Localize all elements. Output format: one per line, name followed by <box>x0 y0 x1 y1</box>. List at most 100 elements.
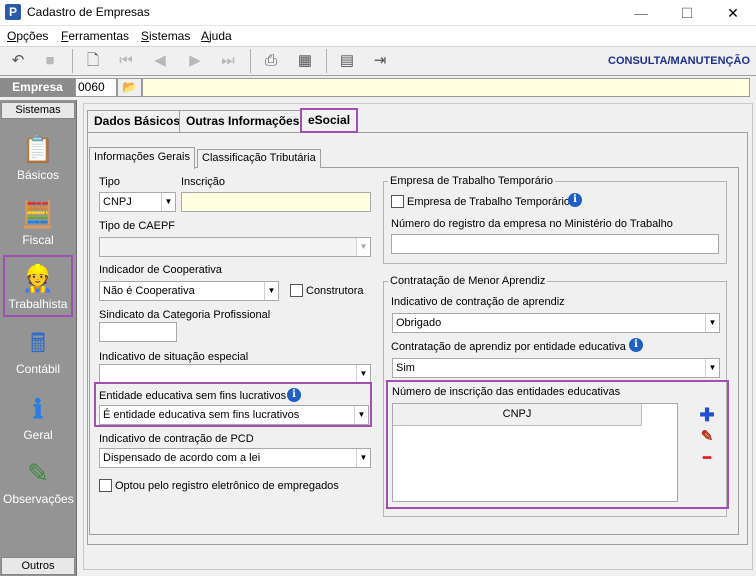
registro-eletronico-label: Optou pelo registro eletrônico de empreg… <box>115 480 339 492</box>
chevron-down-icon: ▼ <box>161 193 175 211</box>
inscricao-input[interactable] <box>181 192 371 212</box>
previous-icon[interactable]: ◀ <box>149 50 171 72</box>
empresa-name-field[interactable] <box>142 78 750 97</box>
exit-icon[interactable]: ⇥ <box>369 50 391 72</box>
grid-column-cnpj[interactable]: CNPJ <box>393 404 642 426</box>
info-icon[interactable]: i <box>568 193 582 207</box>
tipo-value: CNPJ <box>103 196 132 208</box>
observacoes-icon: ✎ <box>27 458 49 488</box>
last-icon[interactable]: ⏭ <box>217 50 239 72</box>
construtora-label: Construtora <box>306 285 364 297</box>
inscricao-label: Inscrição <box>181 176 226 188</box>
chevron-down-icon: ▼ <box>356 238 370 256</box>
sidebar-footer[interactable]: Outros <box>1 557 75 575</box>
info-icon[interactable]: i <box>629 338 643 352</box>
situacao-label: Indicativo de situação especial <box>99 351 249 363</box>
menu-ferramentas[interactable]: Ferramentas <box>61 29 129 43</box>
registro-eletronico-checkbox[interactable] <box>99 479 112 492</box>
cooperativa-label: Indicador de Cooperativa <box>99 264 222 276</box>
menu-opcoes[interactable]: Opções <box>7 29 48 43</box>
fiscal-icon: 🧮 <box>21 199 55 229</box>
pcd-label: Indicativo de contração de PCD <box>99 433 254 445</box>
aprendiz-entidade-label: Contratação de aprendiz por entidade edu… <box>391 341 626 353</box>
cooperativa-value: Não é Cooperativa <box>103 285 195 297</box>
toolbar-separator <box>250 49 251 73</box>
toolbar-separator <box>326 49 327 73</box>
window-title: Cadastro de Empresas <box>27 5 150 19</box>
contabil-icon: 🖩 <box>30 328 46 358</box>
sidebar-item-label: Contábil <box>15 362 61 376</box>
info-icon[interactable]: i <box>287 388 301 402</box>
aprendiz-entidade-select[interactable]: Sim ▼ <box>392 358 720 378</box>
chevron-down-icon: ▼ <box>705 314 719 332</box>
chevron-down-icon: ▼ <box>705 359 719 377</box>
cooperativa-select[interactable]: Não é Cooperativa ▼ <box>99 281 279 301</box>
caepf-label: Tipo de CAEPF <box>99 220 176 232</box>
undo-icon[interactable]: ↶ <box>7 50 29 72</box>
sidebar-item-label: Fiscal <box>22 233 54 247</box>
chevron-down-icon: ▼ <box>264 282 278 300</box>
aprendiz-group-title: Contratação de Menor Aprendiz <box>388 275 548 287</box>
calculator-icon[interactable]: ▤ <box>336 50 358 72</box>
tab-esocial[interactable]: eSocial <box>300 108 359 133</box>
tab-classificacao-tributaria[interactable]: Classificação Tributária <box>197 149 321 168</box>
remove-icon[interactable]: ━ <box>698 449 716 467</box>
tipo-select[interactable]: CNPJ ▼ <box>99 192 176 212</box>
menu-ajuda[interactable]: Ajuda <box>201 29 232 43</box>
numero-inscricao-label: Número de inscrição das entidades educat… <box>392 386 621 398</box>
stop-icon[interactable]: ■ <box>39 50 61 72</box>
sidebar-item-fiscal[interactable]: 🧮 Fiscal <box>3 193 73 253</box>
next-icon[interactable]: ▶ <box>184 50 206 72</box>
tab-dados-basicos[interactable]: Dados Básicos <box>87 110 188 132</box>
sidebar-item-label: Observações <box>3 492 74 506</box>
sindicato-label: Sindicato da Categoria Profissional <box>99 309 271 321</box>
mode-label: CONSULTA/MANUTENÇÃO <box>608 55 750 67</box>
tipo-label: Tipo <box>99 176 120 188</box>
tab-informacoes-gerais[interactable]: Informações Gerais <box>89 147 195 169</box>
chevron-down-icon: ▼ <box>354 406 368 424</box>
preview-icon[interactable]: 🗋 <box>82 50 104 72</box>
pcd-value: Dispensado de acordo com a lei <box>103 452 261 464</box>
sidebar-item-contabil[interactable]: 🖩 Contábil <box>3 322 73 382</box>
close-button[interactable]: ✕ <box>710 0 756 26</box>
temporario-checkbox-label: Empresa de Trabalho Temporário <box>407 196 571 208</box>
minimize-button[interactable]: — <box>618 0 664 26</box>
aprendiz-indicativo-label: Indicativo de contração de aprendiz <box>391 296 565 308</box>
entidade-select[interactable]: É entidade educativa sem fins lucrativos… <box>99 405 369 425</box>
situacao-select[interactable]: ▼ <box>99 364 371 384</box>
folder-icon[interactable]: 📂 <box>117 78 142 97</box>
construtora-checkbox[interactable] <box>290 284 303 297</box>
edit-icon[interactable]: ✎ <box>698 428 716 446</box>
empresa-code-input[interactable]: 0060 <box>75 78 117 97</box>
aprendiz-indicativo-select[interactable]: Obrigado ▼ <box>392 313 720 333</box>
menu-sistemas[interactable]: Sistemas <box>141 29 190 43</box>
toolbar-separator <box>72 49 73 73</box>
sindicato-input[interactable] <box>99 322 177 342</box>
pcd-select[interactable]: Dispensado de acordo com a lei ▼ <box>99 448 371 468</box>
chevron-down-icon: ▼ <box>356 365 370 383</box>
caepf-select[interactable]: ▼ <box>99 237 371 257</box>
sidebar-item-geral[interactable]: ℹ Geral <box>3 388 73 448</box>
temporario-group-title: Empresa de Trabalho Temporário <box>388 175 556 187</box>
sidebar-item-observacoes[interactable]: ✎ Observações <box>3 452 74 512</box>
entidade-label: Entidade educativa sem fins lucrativos <box>99 390 287 402</box>
aprendiz-indicativo-value: Obrigado <box>396 317 442 329</box>
report-icon[interactable]: ▦ <box>294 50 316 72</box>
temporario-checkbox[interactable] <box>391 195 404 208</box>
aprendiz-entidade-value: Sim <box>396 362 415 374</box>
sidebar-item-label: Geral <box>23 428 53 442</box>
first-icon[interactable]: ⏮ <box>115 50 137 72</box>
maximize-button[interactable]: ☐ <box>664 0 710 26</box>
tab-outras-informacoes[interactable]: Outras Informações <box>179 110 307 132</box>
registro-mt-input[interactable] <box>391 234 719 254</box>
add-icon[interactable]: ✚ <box>698 406 716 424</box>
app-icon: P <box>5 4 21 20</box>
registro-mt-label: Número do registro da empresa no Ministé… <box>391 218 673 230</box>
sidebar-header[interactable]: Sistemas <box>1 102 75 119</box>
sidebar-item-trabalhista[interactable]: 👷 Trabalhista <box>3 255 73 317</box>
sidebar-item-basicos[interactable]: 📋 Básicos <box>3 128 73 188</box>
print-icon[interactable]: ⎙ <box>260 50 282 72</box>
sidebar-item-label: Trabalhista <box>8 297 68 311</box>
trabalhista-icon: 👷 <box>21 263 55 293</box>
chevron-down-icon: ▼ <box>356 449 370 467</box>
